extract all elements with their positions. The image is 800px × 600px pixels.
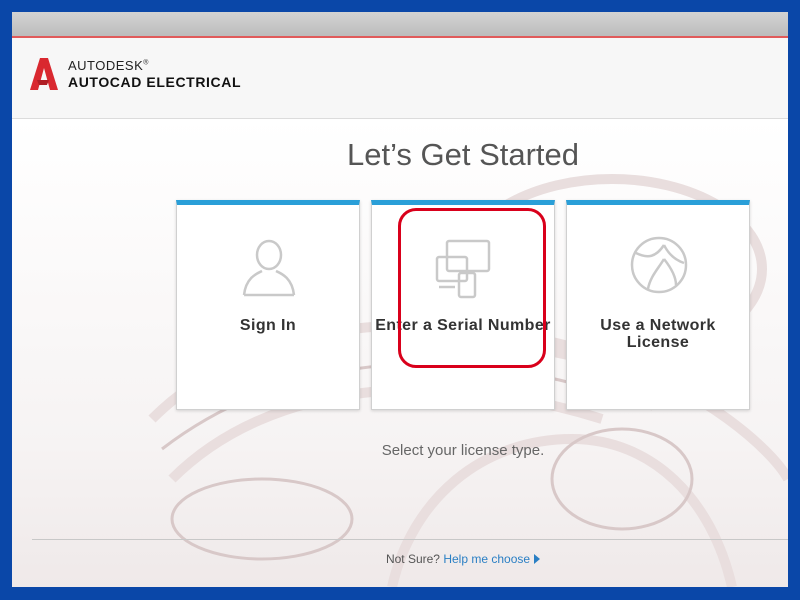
sign-in-label: Sign In <box>239 317 297 334</box>
network-license-card[interactable]: Use a Network License <box>566 200 750 410</box>
main-content: Let’s Get Started Sign In Enter a Serial <box>12 119 788 587</box>
footer: Not Sure? Help me choose <box>12 552 788 566</box>
license-type-prompt: Select your license type. <box>381 442 545 459</box>
serial-number-label: Enter a Serial Number <box>375 317 551 334</box>
autocad-logo-icon <box>30 58 58 90</box>
help-me-choose-link[interactable]: Help me choose <box>443 552 541 566</box>
brand-name: AUTODESK® <box>68 58 149 73</box>
not-sure-text: Not Sure? <box>385 552 440 566</box>
sign-in-card[interactable]: Sign In <box>176 200 360 410</box>
page-title: Let’s Get Started <box>346 137 580 172</box>
license-dialog: AUTODESK® AUTOCAD ELECTRICAL Let’s Get S… <box>12 12 788 587</box>
play-arrow-icon <box>534 554 541 564</box>
devices-icon <box>435 239 491 299</box>
header: AUTODESK® AUTOCAD ELECTRICAL <box>12 38 788 119</box>
serial-number-card[interactable]: Enter a Serial Number <box>371 200 555 410</box>
product-name: AUTOCAD ELECTRICAL <box>68 74 242 90</box>
network-license-label: Use a Network License <box>600 317 716 351</box>
footer-divider <box>32 539 788 540</box>
help-me-choose-label: Help me choose <box>443 552 531 566</box>
title-bar[interactable] <box>12 12 788 38</box>
user-icon <box>242 239 296 297</box>
globe-icon <box>630 236 688 294</box>
